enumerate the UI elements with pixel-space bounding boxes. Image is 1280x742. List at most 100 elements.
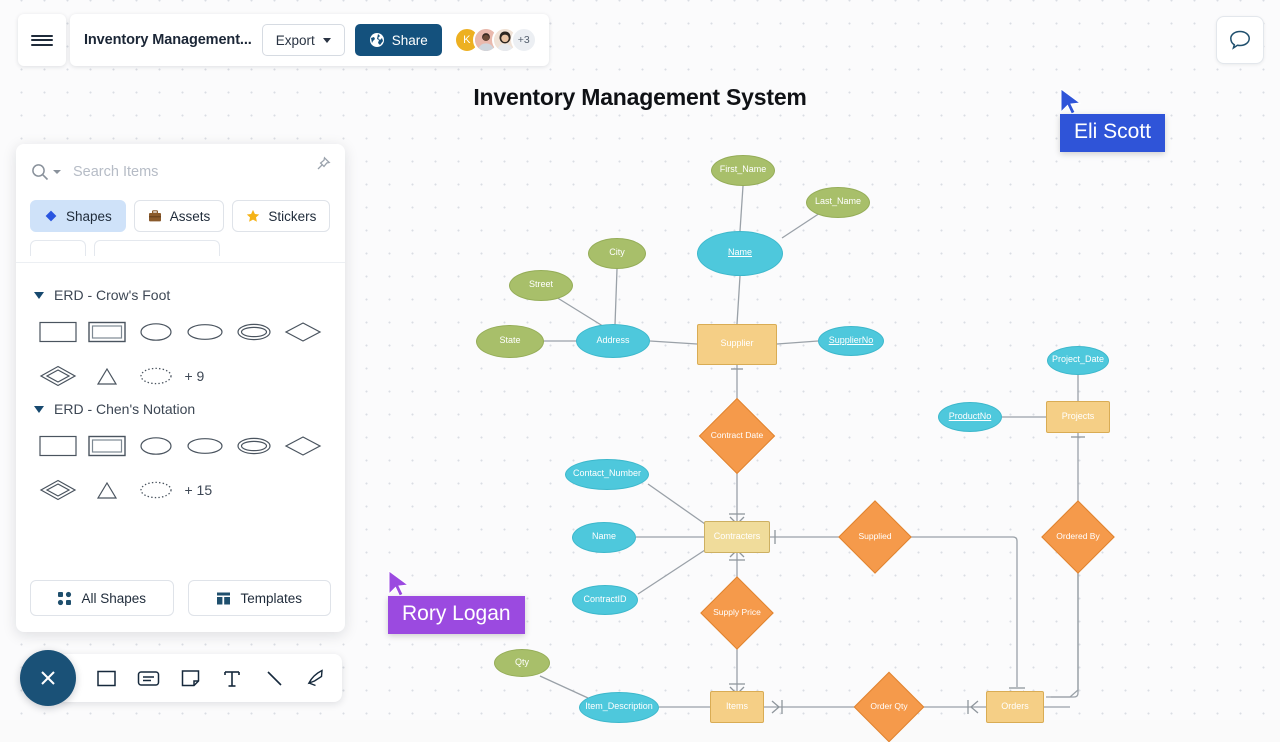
templates-button[interactable]: Templates	[188, 580, 332, 616]
square-icon[interactable]	[94, 666, 118, 690]
shape-double-ellipse[interactable]	[232, 317, 276, 347]
tab-stickers[interactable]: Stickers	[232, 200, 330, 232]
entity-supplier[interactable]: Supplier	[697, 324, 777, 365]
attribute-last_name[interactable]: Last_Name	[806, 187, 870, 218]
node-label: State	[499, 336, 520, 346]
more-shapes-crows-foot[interactable]: + 9	[180, 368, 204, 384]
line-glyph	[264, 668, 285, 689]
diamond-shape	[699, 398, 775, 474]
shape-diamond[interactable]	[281, 431, 325, 461]
shape-library-panel: Shapes Assets Stickers ERD - Crow's Foot	[16, 144, 345, 632]
shape-ellipse[interactable]	[134, 431, 178, 461]
layout-icon	[216, 591, 231, 606]
shape-diamond[interactable]	[281, 317, 325, 347]
relationship-supply_price[interactable]: Supply Price	[711, 587, 763, 639]
shape-double-rectangle[interactable]	[85, 317, 129, 347]
node-label: Supplier	[720, 339, 753, 349]
attribute-first_name[interactable]: First_Name	[711, 155, 775, 186]
attribute-street[interactable]: Street	[509, 270, 573, 301]
avatar-group[interactable]: K +3	[454, 27, 537, 53]
node-label: Contact_Number	[573, 469, 641, 479]
hamburger-icon[interactable]	[18, 14, 66, 66]
node-label: Contracters	[714, 532, 761, 542]
text-glyph	[222, 668, 242, 689]
card-icon[interactable]	[136, 666, 160, 690]
attribute-project_date[interactable]: Project_Date	[1047, 346, 1109, 375]
relationship-contract_date[interactable]: Contract Date	[710, 409, 764, 463]
entity-projects[interactable]: Projects	[1046, 401, 1110, 433]
subtab-recent[interactable]	[30, 240, 86, 256]
close-icon[interactable]	[20, 650, 76, 706]
shape-double-rectangle[interactable]	[85, 431, 129, 461]
line-icon[interactable]	[262, 666, 286, 690]
attribute-name_con[interactable]: Name	[572, 522, 636, 553]
search-input[interactable]	[71, 163, 281, 181]
entity-contracters[interactable]: Contracters	[704, 521, 770, 553]
avatar-overflow-count[interactable]: +3	[511, 27, 537, 53]
relationship-ordered_by[interactable]: Ordered By	[1052, 511, 1104, 563]
diamond-shape	[1041, 500, 1115, 574]
square-glyph	[96, 668, 117, 689]
export-button[interactable]: Export	[262, 24, 345, 56]
shape-dotted-ellipse[interactable]	[134, 361, 178, 391]
triangle-icon	[88, 364, 126, 388]
star-icon	[246, 209, 260, 223]
shape-double-ellipse[interactable]	[232, 431, 276, 461]
share-label: Share	[392, 33, 428, 48]
shape-triangle[interactable]	[85, 475, 129, 505]
attribute-city[interactable]: City	[588, 238, 646, 269]
share-button[interactable]: Share	[355, 24, 442, 56]
attribute-supplier_no[interactable]: SupplierNo	[818, 326, 884, 356]
relationship-order_qty[interactable]: Order Qty	[864, 682, 914, 732]
export-label: Export	[276, 33, 315, 48]
shape-wide-ellipse[interactable]	[183, 431, 227, 461]
tab-shapes[interactable]: Shapes	[30, 200, 126, 232]
subtab-category[interactable]	[94, 240, 220, 256]
ellipse-icon	[137, 434, 175, 458]
group-header-chens-notation[interactable]: ERD - Chen's Notation	[34, 401, 327, 417]
search-row	[16, 144, 345, 200]
tab-assets-label: Assets	[170, 209, 211, 224]
relationship-supplied[interactable]: Supplied	[849, 511, 901, 563]
shape-wide-ellipse[interactable]	[183, 317, 227, 347]
pen-icon[interactable]	[304, 666, 328, 690]
cursor-name-label: Rory Logan	[388, 596, 525, 634]
attribute-contract_id[interactable]: ContractID	[572, 585, 638, 615]
sticky-note-icon[interactable]	[178, 666, 202, 690]
double-rectangle-icon	[88, 320, 126, 344]
triangle-down-icon	[34, 292, 44, 299]
shape-ellipse[interactable]	[134, 317, 178, 347]
entity-orders[interactable]: Orders	[986, 691, 1044, 723]
cursor-name-label: Eli Scott	[1060, 114, 1165, 152]
all-shapes-button[interactable]: All Shapes	[30, 580, 174, 616]
shape-double-diamond[interactable]	[36, 475, 80, 505]
comment-bubble-icon[interactable]	[1216, 16, 1264, 64]
pin-icon[interactable]	[315, 156, 331, 177]
shape-dotted-ellipse[interactable]	[134, 475, 178, 505]
shape-rectangle[interactable]	[36, 317, 80, 347]
shape-double-diamond[interactable]	[36, 361, 80, 391]
bottom-toolbar	[20, 650, 342, 706]
shape-rectangle[interactable]	[36, 431, 80, 461]
search-icon[interactable]	[30, 162, 61, 182]
more-shapes-chens-notation[interactable]: + 15	[180, 482, 212, 498]
double-ellipse-icon	[235, 434, 273, 458]
attribute-state[interactable]: State	[476, 325, 544, 358]
document-title[interactable]: Inventory Management...	[84, 32, 252, 48]
attribute-address[interactable]: Address	[576, 324, 650, 358]
node-label: Qty	[515, 658, 529, 668]
shape-triangle[interactable]	[85, 361, 129, 391]
pin-glyph	[315, 156, 331, 172]
entity-items[interactable]: Items	[710, 691, 764, 723]
attribute-qty[interactable]: Qty	[494, 649, 550, 677]
group-header-crows-foot[interactable]: ERD - Crow's Foot	[34, 287, 327, 303]
attribute-contact_number[interactable]: Contact_Number	[565, 459, 649, 490]
text-icon[interactable]	[220, 666, 244, 690]
comment-bubble-glyph	[1228, 29, 1252, 51]
attribute-item_desc[interactable]: Item_Description	[579, 692, 659, 723]
attribute-product_no[interactable]: ProductNo	[938, 402, 1002, 432]
node-label: Orders	[1001, 702, 1029, 712]
rectangle-icon	[39, 320, 77, 344]
attribute-name_sup[interactable]: Name	[697, 231, 783, 276]
tab-assets[interactable]: Assets	[134, 200, 225, 232]
